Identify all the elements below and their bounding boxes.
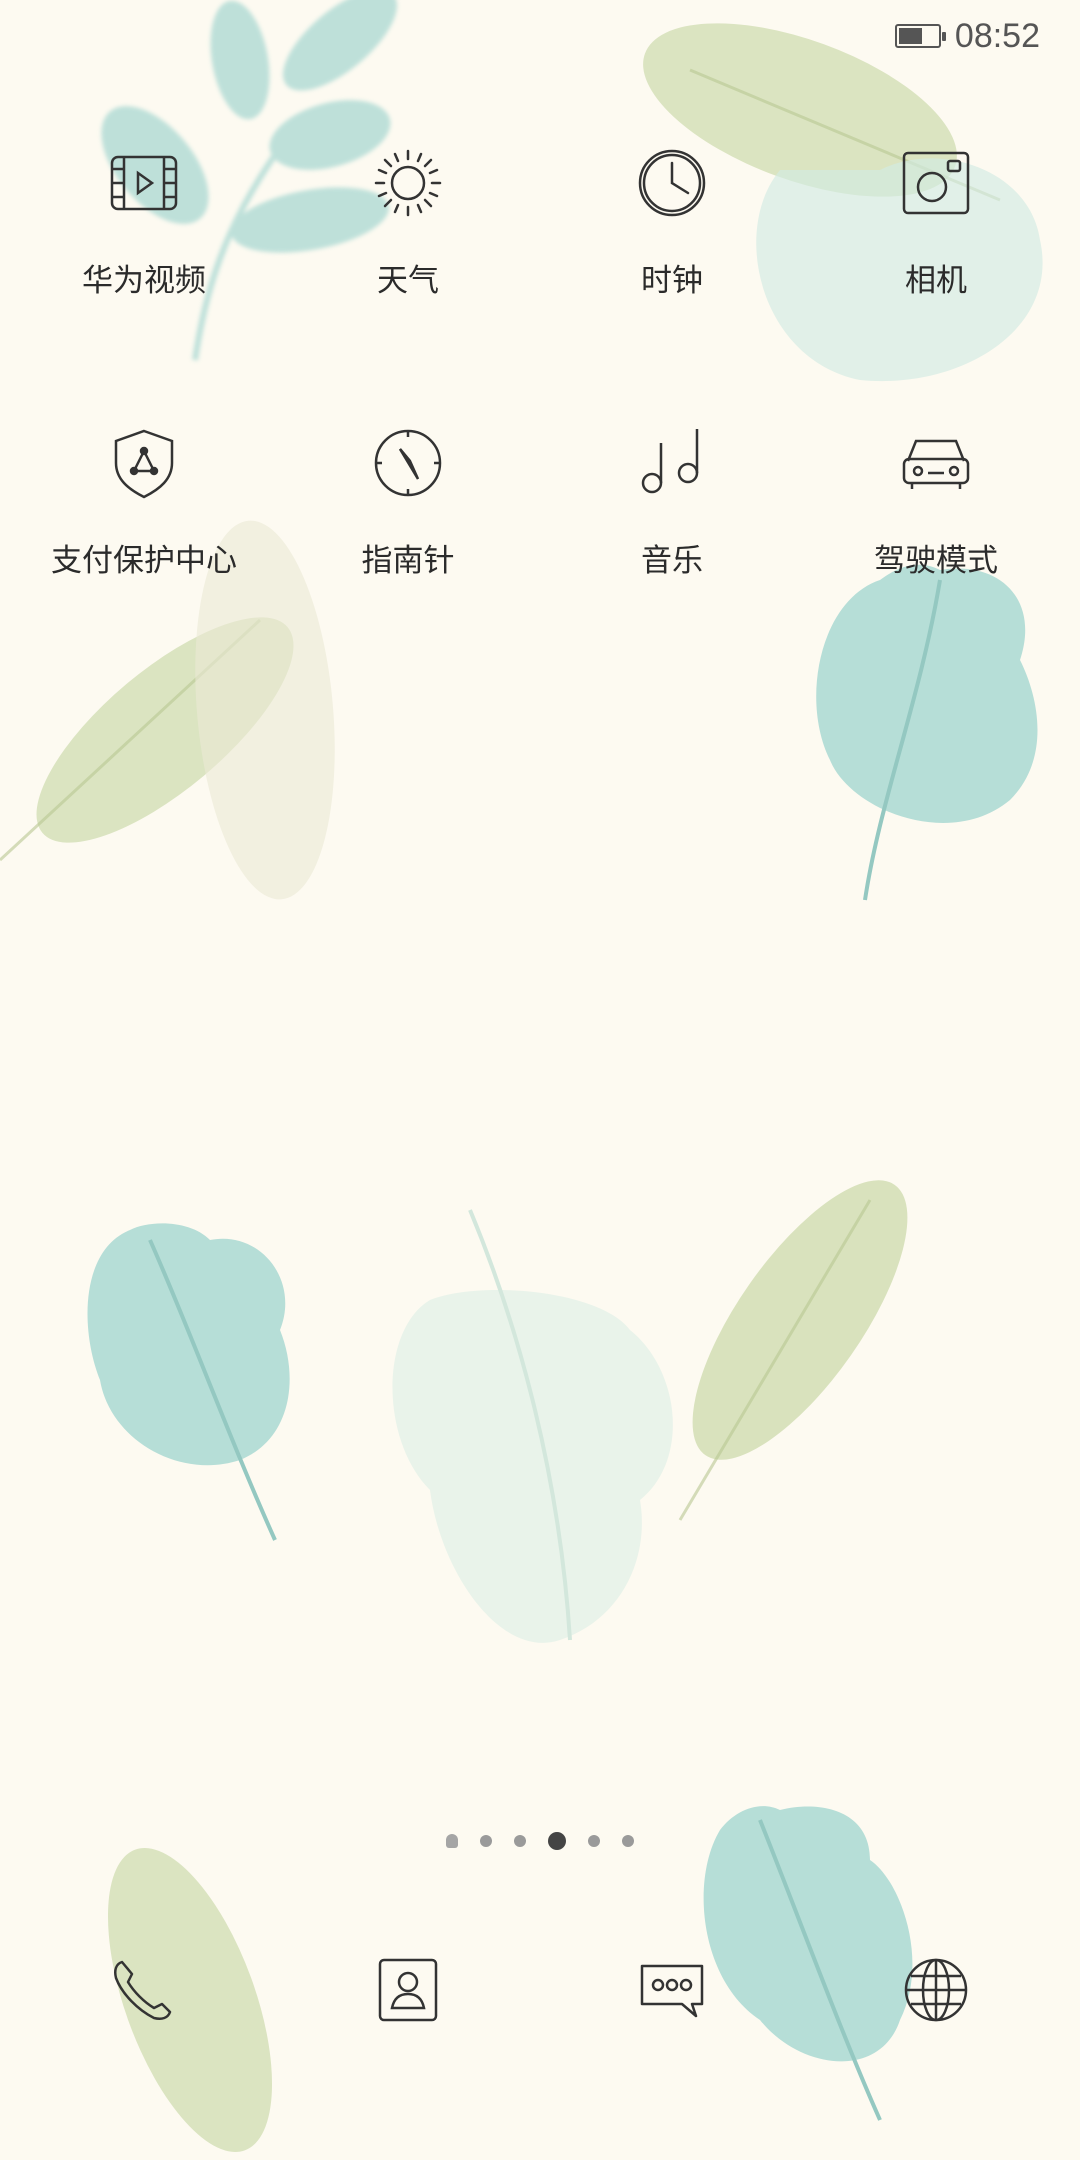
app-label: 音乐 (641, 543, 703, 579)
page-dot[interactable] (480, 1835, 492, 1847)
app-driving-mode[interactable]: 驾驶模式 (804, 415, 1068, 695)
app-label: 驾驶模式 (874, 543, 998, 579)
page-dot-hint[interactable] (446, 1834, 458, 1848)
globe-icon (904, 1958, 968, 2022)
app-grid: 华为视频 天气 时钟 相机 支付保护中心 指南针 音乐 驾驶模式 (0, 135, 1080, 695)
dock (12, 1930, 1068, 2050)
status-time: 08:52 (954, 16, 1040, 55)
music-note-icon (630, 421, 714, 505)
app-camera[interactable]: 相机 (804, 135, 1068, 415)
compass-icon (366, 421, 450, 505)
battery-fill (898, 28, 922, 44)
page-indicator (0, 1832, 1080, 1850)
clock-icon (630, 141, 714, 225)
dock-browser[interactable] (804, 1930, 1068, 2050)
contacts-icon (378, 1958, 438, 2022)
app-label: 华为视频 (82, 263, 206, 299)
app-huawei-video[interactable]: 华为视频 (12, 135, 276, 415)
shield-icon (102, 421, 186, 505)
app-clock[interactable]: 时钟 (540, 135, 804, 415)
app-compass[interactable]: 指南针 (276, 415, 540, 695)
dock-phone[interactable] (12, 1930, 276, 2050)
status-bar: 08:52 (894, 14, 1040, 58)
page-dot[interactable] (622, 1835, 634, 1847)
app-music[interactable]: 音乐 (540, 415, 804, 695)
messages-icon (640, 1964, 704, 2018)
camera-icon (894, 141, 978, 225)
dock-messages[interactable] (540, 1930, 804, 2050)
app-payment-protection[interactable]: 支付保护中心 (12, 415, 276, 695)
phone-icon (114, 1960, 172, 2020)
app-label: 相机 (905, 263, 967, 299)
page-dot[interactable] (514, 1835, 526, 1847)
sun-icon (366, 141, 450, 225)
app-weather[interactable]: 天气 (276, 135, 540, 415)
page-dot-active[interactable] (548, 1832, 566, 1850)
app-label: 指南针 (361, 543, 455, 579)
battery-icon (894, 24, 946, 48)
car-icon (894, 421, 978, 505)
dock-contacts[interactable] (276, 1930, 540, 2050)
app-label: 支付保护中心 (51, 543, 237, 579)
app-label: 时钟 (641, 263, 703, 299)
app-label: 天气 (377, 263, 439, 299)
page-dot[interactable] (588, 1835, 600, 1847)
video-icon (102, 141, 186, 225)
